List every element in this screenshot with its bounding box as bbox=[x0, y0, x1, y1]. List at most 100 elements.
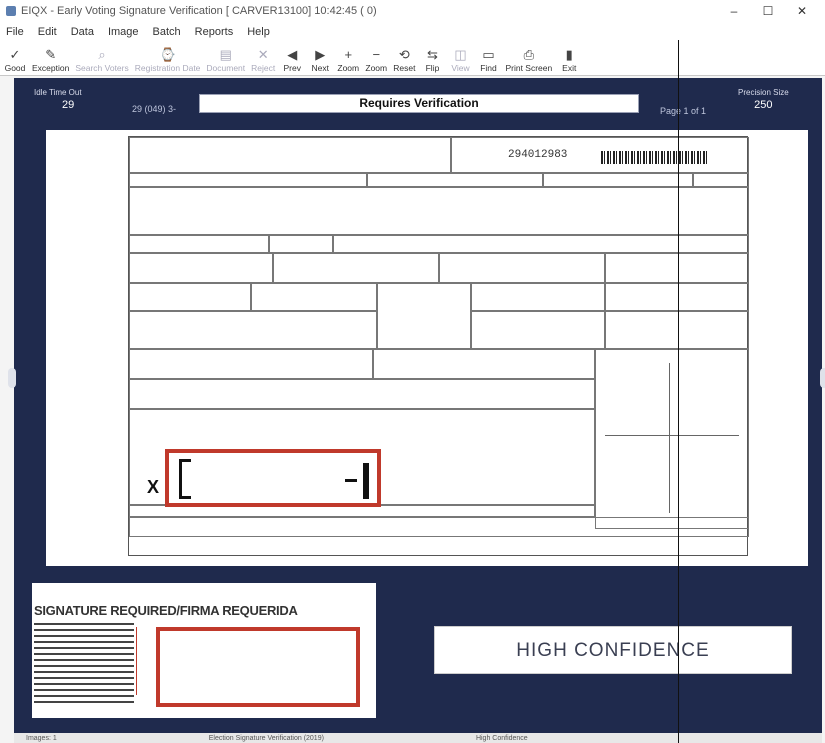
vertical-guide-line bbox=[678, 40, 679, 743]
assistance-cell bbox=[129, 349, 373, 379]
toolbar-label: Prev bbox=[283, 63, 301, 73]
title-bar: EIQX - Early Voting Signature Verificati… bbox=[0, 0, 825, 22]
flip-icon: ⇆ bbox=[427, 47, 438, 62]
middle-name-cell bbox=[543, 173, 693, 187]
previous-address-cell bbox=[129, 311, 377, 349]
precision-size-label: Precision Size bbox=[738, 88, 789, 97]
id-number-cell bbox=[273, 253, 439, 283]
history-icon: ⌚ bbox=[159, 47, 176, 62]
reject-button[interactable]: ✕ Reject bbox=[251, 47, 276, 74]
map-horizontal-axis bbox=[605, 435, 739, 436]
find-icon: ▭ bbox=[482, 47, 495, 62]
zoom-in-button[interactable]: + Zoom bbox=[337, 47, 360, 74]
last-name-cell bbox=[129, 173, 367, 187]
signature-required-title: SIGNATURE REQUIRED/FIRMA REQUERIDA bbox=[34, 603, 298, 618]
exit-button[interactable]: ▮ Exit bbox=[558, 47, 580, 74]
left-scroll-handle[interactable] bbox=[8, 368, 16, 388]
toolbar: ✓ Good ✎ Exception ⌕ Search Voters ⌚ Registrati… bbox=[0, 42, 825, 76]
find-button[interactable]: ▭ Find bbox=[477, 47, 499, 74]
app-window: EIQX - Early Voting Signature Verificati… bbox=[0, 0, 825, 743]
exit-icon: ▮ bbox=[565, 47, 573, 62]
check-button[interactable]: ✓ Good bbox=[4, 47, 26, 74]
window-title: EIQX - Early Voting Signature Verificati… bbox=[21, 5, 377, 17]
mailing-address-cell bbox=[333, 235, 749, 253]
status-confidence: High Confidence bbox=[475, 734, 528, 742]
status-mode: Election Signature Verification (2019) bbox=[208, 734, 324, 742]
citizenship-cell bbox=[129, 379, 595, 409]
toolbar-label: Exit bbox=[562, 63, 577, 73]
status-banner: Requires Verification bbox=[199, 94, 639, 113]
document-icon: ▤ bbox=[219, 47, 232, 62]
reference-signature-box bbox=[156, 627, 360, 707]
birth-date-cell bbox=[129, 283, 251, 311]
map-vertical-axis bbox=[669, 363, 670, 513]
city-cell bbox=[129, 235, 269, 253]
toolbar-label: Reset bbox=[393, 63, 416, 73]
menu-batch[interactable]: Batch bbox=[153, 26, 181, 38]
app-icon bbox=[6, 6, 16, 16]
signature-dash bbox=[345, 479, 357, 482]
search-voter-button[interactable]: ⌕ Search Voters bbox=[75, 47, 128, 74]
toolbar-label: View bbox=[451, 63, 470, 73]
address-cell bbox=[129, 187, 749, 235]
ssn-cell bbox=[439, 253, 605, 283]
check-icon: ✓ bbox=[9, 47, 21, 62]
toolbar-label: Reject bbox=[251, 63, 276, 73]
close-button[interactable]: ✕ bbox=[785, 4, 819, 18]
minimize-button[interactable]: – bbox=[717, 4, 751, 18]
next-button[interactable]: ▶ Next bbox=[309, 47, 331, 74]
zoom-out-button[interactable]: − Zoom bbox=[365, 47, 387, 74]
menu-file[interactable]: File bbox=[6, 26, 24, 38]
idle-timeout-label: Idle Time Out bbox=[34, 88, 82, 97]
reset-button[interactable]: ⟲ Reset bbox=[393, 47, 416, 74]
form-image[interactable]: 294012983 X bbox=[46, 130, 808, 566]
prev-button[interactable]: ◀ Prev bbox=[281, 47, 303, 74]
signature-bracket bbox=[179, 459, 191, 499]
first-name-cell bbox=[367, 173, 543, 187]
witness-cell bbox=[129, 517, 749, 537]
signature-pointer bbox=[136, 627, 156, 695]
toolbar-label: Next bbox=[311, 63, 329, 73]
idle-timeout-value: 29 bbox=[62, 99, 75, 111]
zoom-in-icon: + bbox=[344, 47, 353, 62]
party-cell bbox=[377, 283, 471, 349]
reset-icon: ⟲ bbox=[398, 47, 410, 62]
map-cell bbox=[595, 349, 749, 529]
barcode bbox=[601, 151, 709, 164]
occupation-cell bbox=[605, 283, 749, 311]
flip-button[interactable]: ⇆ Flip bbox=[421, 47, 443, 74]
print-screen-icon: ⎙ bbox=[523, 47, 535, 62]
reference-signature-panel[interactable]: SIGNATURE REQUIRED/FIRMA REQUERIDA bbox=[32, 583, 376, 718]
menu-reports[interactable]: Reports bbox=[195, 26, 234, 38]
next-icon: ▶ bbox=[315, 47, 326, 62]
history-button[interactable]: ⌚ Registration Date bbox=[134, 47, 201, 74]
county-cell bbox=[471, 311, 605, 349]
voter-form: 294012983 X bbox=[128, 136, 749, 556]
confidence-indicator: HIGH CONFIDENCE bbox=[434, 626, 792, 674]
document-button[interactable]: ▤ Document bbox=[206, 47, 245, 74]
menu-bar: File Edit Data Image Batch Reports Help bbox=[0, 22, 825, 42]
zoom-out-icon: − bbox=[372, 47, 381, 62]
toolbar-label: Registration Date bbox=[134, 63, 201, 73]
email-cell bbox=[373, 349, 595, 379]
print-screen-button[interactable]: ⎙ Print Screen bbox=[505, 47, 552, 74]
exception-button[interactable]: ✎ Exception bbox=[32, 48, 69, 74]
search-voter-icon: ⌕ bbox=[98, 47, 106, 62]
view-button[interactable]: ◫ View bbox=[449, 48, 471, 74]
reject-icon: ✕ bbox=[257, 47, 269, 62]
right-scroll-handle[interactable] bbox=[820, 368, 825, 388]
menu-image[interactable]: Image bbox=[108, 26, 139, 38]
toolbar-label: Zoom bbox=[337, 63, 360, 73]
parent-name-cell bbox=[605, 311, 749, 349]
other-id-cell bbox=[605, 253, 749, 283]
menu-data[interactable]: Data bbox=[71, 26, 94, 38]
maximize-button[interactable]: ☐ bbox=[751, 4, 785, 18]
toolbar-label: Good bbox=[4, 63, 26, 73]
menu-help[interactable]: Help bbox=[247, 26, 270, 38]
signature-box[interactable] bbox=[165, 449, 381, 507]
status-images: Images: 1 bbox=[26, 734, 57, 742]
signature-x-mark: X bbox=[147, 477, 160, 497]
prev-icon: ◀ bbox=[287, 47, 298, 62]
status-bar: Images: 1 Election Signature Verificatio… bbox=[14, 733, 822, 743]
menu-edit[interactable]: Edit bbox=[38, 26, 57, 38]
